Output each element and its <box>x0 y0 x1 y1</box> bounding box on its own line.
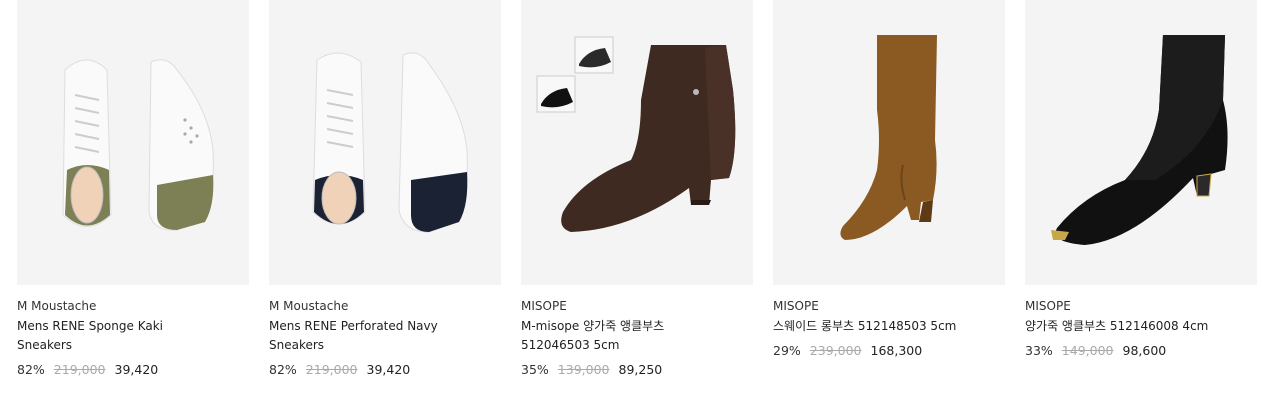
sale-price: 98,600 <box>1122 343 1167 358</box>
product-brand: MISOPE <box>1025 299 1071 313</box>
price-row: 82% 219,000 39,420 <box>17 362 249 378</box>
product-name[interactable]: M-misope 양가죽 앵클부츠 512046503 5cm <box>521 317 711 355</box>
sale-price: 39,420 <box>366 362 411 377</box>
price-row: 35% 139,000 89,250 <box>521 362 753 378</box>
product-name[interactable]: Mens RENE Sponge Kaki Sneakers <box>17 317 207 355</box>
discount-rate: 33% <box>1025 343 1053 358</box>
original-price: 219,000 <box>53 362 106 377</box>
original-price: 149,000 <box>1061 343 1114 358</box>
original-price: 239,000 <box>809 343 862 358</box>
discount-rate: 29% <box>773 343 801 358</box>
product-image[interactable] <box>1025 0 1257 285</box>
discount-rate: 35% <box>521 362 549 377</box>
black-sock-ankle-boot-icon <box>1025 0 1257 285</box>
product-image[interactable] <box>269 0 501 285</box>
product-name[interactable]: 스웨이드 롱부츠 512148503 5cm <box>773 317 963 336</box>
price-row: 33% 149,000 98,600 <box>1025 343 1257 359</box>
suede-long-boot-icon <box>773 0 1005 285</box>
discount-rate: 82% <box>269 362 297 377</box>
product-card[interactable]: M Moustache Mens RENE Sponge Kaki Sneake… <box>17 0 249 378</box>
white-navy-sneaker-pair-icon <box>269 0 501 285</box>
sale-price: 168,300 <box>870 343 923 358</box>
brown-ankle-boot-icon <box>521 0 753 285</box>
product-image[interactable] <box>521 0 753 285</box>
product-card[interactable]: MISOPE 양가죽 앵클부츠 512146008 4cm 33% 149,00… <box>1025 0 1257 378</box>
product-brand: M Moustache <box>269 299 349 313</box>
product-name[interactable]: 양가죽 앵클부츠 512146008 4cm <box>1025 317 1215 336</box>
discount-rate: 82% <box>17 362 45 377</box>
original-price: 219,000 <box>305 362 358 377</box>
sale-price: 89,250 <box>618 362 663 377</box>
product-brand: M Moustache <box>17 299 97 313</box>
product-card[interactable]: M Moustache Mens RENE Perforated Navy Sn… <box>269 0 501 378</box>
product-card[interactable]: MISOPE M-misope 양가죽 앵클부츠 512046503 5cm 3… <box>521 0 753 378</box>
product-image[interactable] <box>17 0 249 285</box>
product-name[interactable]: Mens RENE Perforated Navy Sneakers <box>269 317 459 355</box>
sale-price: 39,420 <box>114 362 159 377</box>
price-row: 29% 239,000 168,300 <box>773 343 1005 359</box>
original-price: 139,000 <box>557 362 610 377</box>
product-grid: M Moustache Mens RENE Sponge Kaki Sneake… <box>17 0 1257 378</box>
product-brand: MISOPE <box>521 299 567 313</box>
product-image[interactable] <box>773 0 1005 285</box>
product-brand: MISOPE <box>773 299 819 313</box>
product-card[interactable]: MISOPE 스웨이드 롱부츠 512148503 5cm 29% 239,00… <box>773 0 1005 378</box>
price-row: 82% 219,000 39,420 <box>269 362 501 378</box>
white-khaki-sneaker-pair-icon <box>17 0 249 285</box>
